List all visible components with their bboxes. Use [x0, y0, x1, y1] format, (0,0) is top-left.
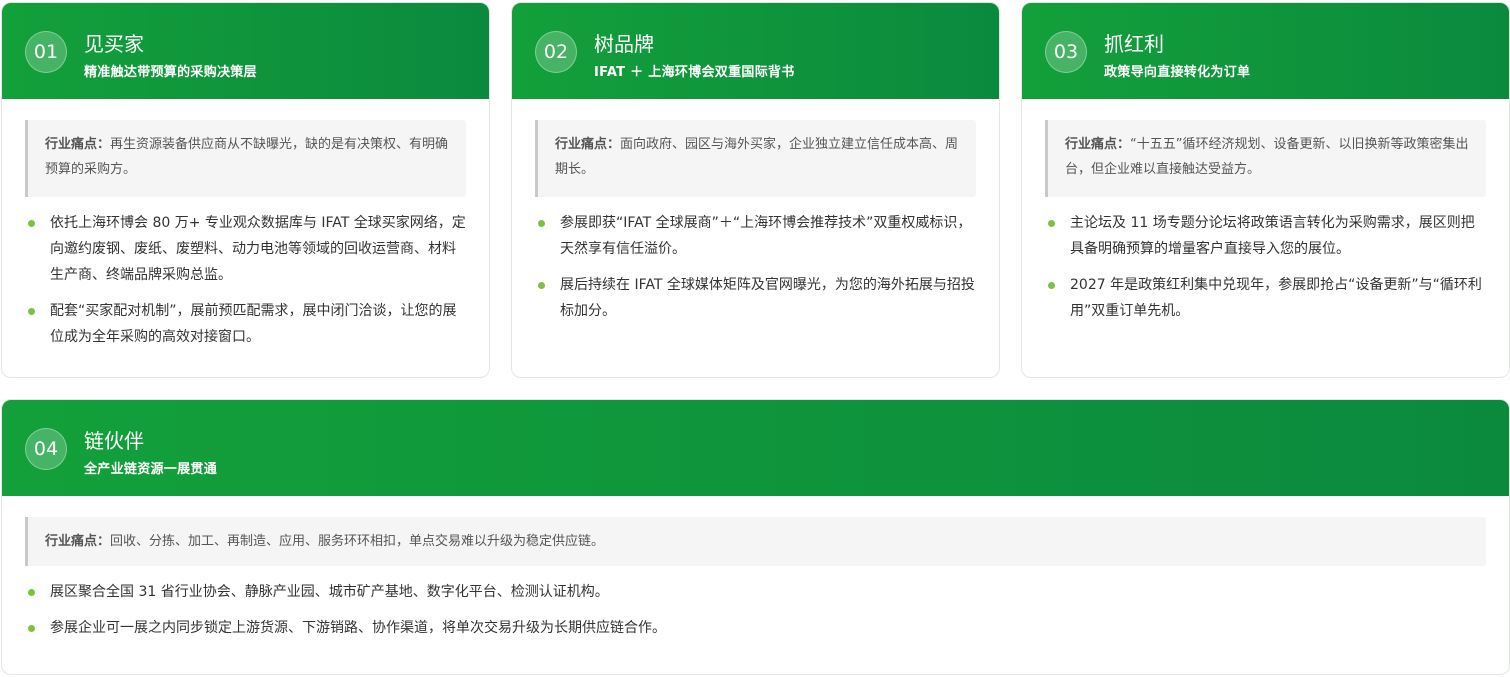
- list-item-text: 参展即获“IFAT 全球展商”＋“上海环博会推荐技术”双重权威标识，天然享有信任…: [560, 215, 972, 257]
- card-subtitle: 全产业链资源一展贯通: [84, 462, 218, 477]
- list-item: 展后持续在 IFAT 全球媒体矩阵及官网曝光，为您的海外拓展与招投标加分。: [535, 272, 976, 324]
- list-item: 展区聚合全国 31 省行业协会、静脉产业园、城市矿产基地、数字化平台、检测认证机…: [25, 579, 1486, 605]
- pain-point-label: 行业痛点：: [45, 534, 111, 549]
- list-item-text: 2027 年是政策红利集中兑现年，参展即抢占“设备更新”与“循环利用”双重订单先…: [1070, 277, 1482, 319]
- card-number-badge: 04: [25, 428, 67, 470]
- list-item: 2027 年是政策红利集中兑现年，参展即抢占“设备更新”与“循环利用”双重订单先…: [1045, 272, 1486, 324]
- card-body: 行业痛点：回收、分拣、加工、再制造、应用、服务环环相扣，单点交易难以升级为稳定供…: [2, 496, 1509, 641]
- bullet-dot-icon: [1048, 282, 1055, 289]
- card-subtitle: IFAT ＋ 上海环博会双重国际背书: [594, 65, 795, 80]
- list-item: 参展即获“IFAT 全球展商”＋“上海环博会推荐技术”双重权威标识，天然享有信任…: [535, 210, 976, 262]
- pain-point-label: 行业痛点：: [45, 137, 111, 152]
- card-title: 抓红利: [1104, 32, 1164, 56]
- bullet-dot-icon: [28, 220, 35, 227]
- card-title: 见买家: [84, 32, 144, 56]
- bullet-dot-icon: [28, 625, 35, 632]
- card-body: 行业痛点：“十五五”循环经济规划、设备更新、以旧换新等政策密集出台，但企业难以直…: [1022, 99, 1509, 324]
- pain-point-box: 行业痛点：“十五五”循环经济规划、设备更新、以旧换新等政策密集出台，但企业难以直…: [1045, 120, 1486, 197]
- list-item-text: 依托上海环博会 80 万+ 专业观众数据库与 IFAT 全球买家网络，定向邀约废…: [50, 215, 466, 283]
- benefit-list: 展区聚合全国 31 省行业协会、静脉产业园、城市矿产基地、数字化平台、检测认证机…: [25, 579, 1486, 641]
- list-item: 配套“买家配对机制”，展前预匹配需求，展中闭门洽谈，让您的展位成为全年采购的高效…: [25, 298, 466, 350]
- pain-point-label: 行业痛点：: [1065, 137, 1131, 152]
- benefit-list: 主论坛及 11 场专题分论坛将政策语言转化为采购需求，展区则把具备明确预算的增量…: [1045, 210, 1486, 324]
- card-header: 04 链伙伴 全产业链资源一展贯通: [2, 400, 1509, 496]
- bullet-dot-icon: [28, 589, 35, 596]
- pain-point-text: 回收、分拣、加工、再制造、应用、服务环环相扣，单点交易难以升级为稳定供应链。: [110, 534, 605, 549]
- card-number-badge: 01: [25, 31, 67, 73]
- list-item: 依托上海环博会 80 万+ 专业观众数据库与 IFAT 全球买家网络，定向邀约废…: [25, 210, 466, 288]
- card-partners: 04 链伙伴 全产业链资源一展贯通 行业痛点：回收、分拣、加工、再制造、应用、服…: [1, 399, 1510, 675]
- list-item-text: 参展企业可一展之内同步锁定上游货源、下游销路、协作渠道，将单次交易升级为长期供应…: [50, 620, 666, 636]
- pain-point-box: 行业痛点：面向政府、园区与海外买家，企业独立建立信任成本高、周期长。: [535, 120, 976, 197]
- list-item: 参展企业可一展之内同步锁定上游货源、下游销路、协作渠道，将单次交易升级为长期供应…: [25, 615, 1486, 641]
- card-number-badge: 02: [535, 31, 577, 73]
- list-item-text: 配套“买家配对机制”，展前预匹配需求，展中闭门洽谈，让您的展位成为全年采购的高效…: [50, 303, 457, 345]
- bullet-dot-icon: [28, 308, 35, 315]
- card-subtitle: 政策导向直接转化为订单: [1104, 65, 1251, 80]
- bullet-dot-icon: [538, 282, 545, 289]
- card-header: 03 抓红利 政策导向直接转化为订单: [1022, 3, 1509, 99]
- pain-point-box: 行业痛点：再生资源装备供应商从不缺曝光，缺的是有决策权、有明确预算的采购方。: [25, 120, 466, 197]
- benefit-list: 参展即获“IFAT 全球展商”＋“上海环博会推荐技术”双重权威标识，天然享有信任…: [535, 210, 976, 324]
- card-title: 链伙伴: [84, 429, 144, 453]
- benefit-list: 依托上海环博会 80 万+ 专业观众数据库与 IFAT 全球买家网络，定向邀约废…: [25, 210, 466, 350]
- list-item: 主论坛及 11 场专题分论坛将政策语言转化为采购需求，展区则把具备明确预算的增量…: [1045, 210, 1486, 262]
- card-header: 01 见买家 精准触达带预算的采购决策层: [2, 3, 489, 99]
- list-item-text: 展后持续在 IFAT 全球媒体矩阵及官网曝光，为您的海外拓展与招投标加分。: [560, 277, 975, 319]
- card-body: 行业痛点：面向政府、园区与海外买家，企业独立建立信任成本高、周期长。 参展即获“…: [512, 99, 999, 324]
- card-body: 行业痛点：再生资源装备供应商从不缺曝光，缺的是有决策权、有明确预算的采购方。 依…: [2, 99, 489, 350]
- pain-point-box: 行业痛点：回收、分拣、加工、再制造、应用、服务环环相扣，单点交易难以升级为稳定供…: [25, 517, 1486, 566]
- card-brand: 02 树品牌 IFAT ＋ 上海环博会双重国际背书 行业痛点：面向政府、园区与海…: [511, 2, 1000, 378]
- card-number-badge: 03: [1045, 31, 1087, 73]
- card-policy: 03 抓红利 政策导向直接转化为订单 行业痛点：“十五五”循环经济规划、设备更新…: [1021, 2, 1510, 378]
- card-buyers: 01 见买家 精准触达带预算的采购决策层 行业痛点：再生资源装备供应商从不缺曝光…: [1, 2, 490, 378]
- bullet-dot-icon: [538, 220, 545, 227]
- list-item-text: 主论坛及 11 场专题分论坛将政策语言转化为采购需求，展区则把具备明确预算的增量…: [1070, 215, 1475, 257]
- card-subtitle: 精准触达带预算的采购决策层: [84, 65, 257, 80]
- list-item-text: 展区聚合全国 31 省行业协会、静脉产业园、城市矿产基地、数字化平台、检测认证机…: [50, 584, 609, 600]
- bullet-dot-icon: [1048, 220, 1055, 227]
- card-header: 02 树品牌 IFAT ＋ 上海环博会双重国际背书: [512, 3, 999, 99]
- card-title: 树品牌: [594, 32, 654, 56]
- pain-point-label: 行业痛点：: [555, 137, 621, 152]
